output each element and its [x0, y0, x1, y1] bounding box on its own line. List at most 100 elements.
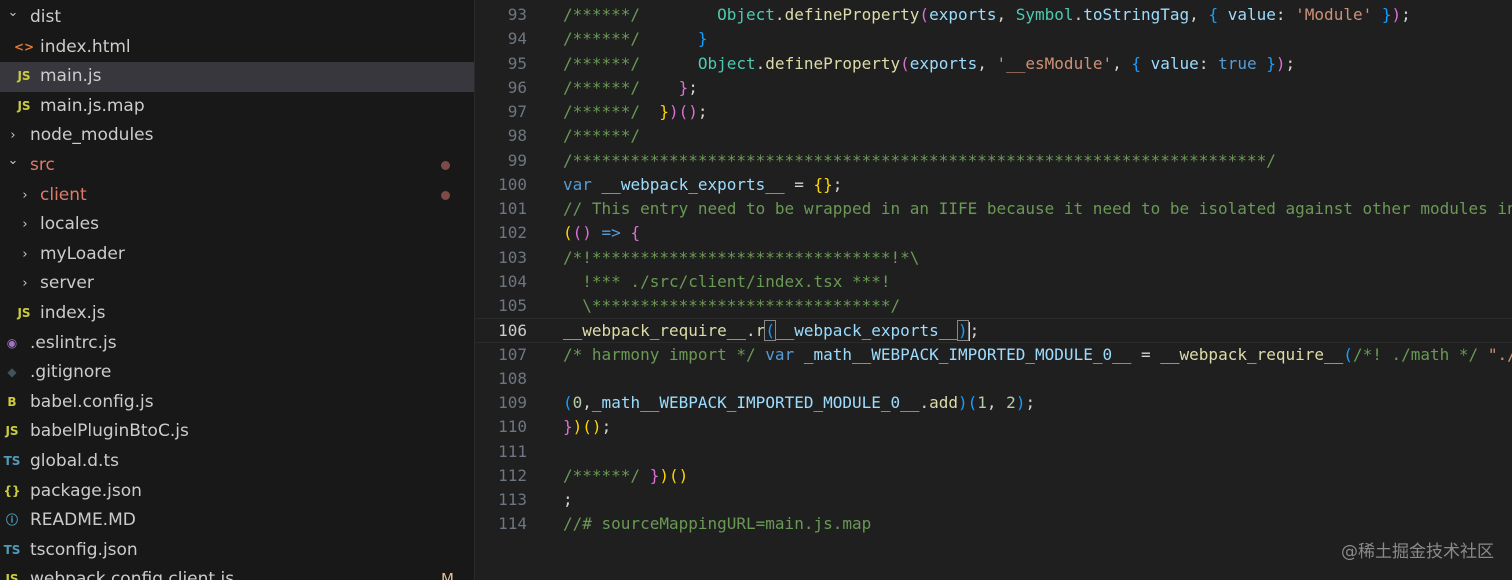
code-line[interactable]: 103 /*!*******************************!*\	[475, 246, 1512, 270]
code-line[interactable]: 97 /******/ })();	[475, 100, 1512, 124]
code-token: /******/	[563, 29, 641, 49]
code-token: Object	[717, 5, 775, 24]
code-token: /******/	[563, 126, 641, 146]
code-text: /******/ Object.defineProperty(exports, …	[563, 3, 1411, 27]
babel-icon: B	[7, 394, 17, 409]
code-line[interactable]: 106 __webpack_require__.r(__webpack_expor…	[475, 318, 1512, 343]
code-editor[interactable]: 93/******/ Object.defineProperty(exports…	[475, 0, 1512, 580]
code-token: (	[678, 102, 689, 121]
file-item[interactable]: TS global.d.ts	[0, 447, 474, 477]
code-token: 1	[977, 393, 987, 412]
code-token: {	[1208, 5, 1219, 24]
code-token: /******/	[563, 77, 641, 97]
watermark: @稀土掘金技术社区	[1341, 542, 1494, 562]
file-item[interactable]: ⓘ README.MD	[0, 506, 474, 536]
file-item[interactable]: JS webpack.config.client.js M	[0, 565, 474, 580]
code-line[interactable]: 107 /* harmony import */ var _math__WEBPA…	[475, 343, 1512, 367]
file-item[interactable]: JS main.js	[0, 62, 474, 92]
code-line[interactable]: 98 /******/	[475, 124, 1512, 148]
code-token: Symbol	[1015, 5, 1074, 24]
line-number: 102	[498, 223, 527, 243]
item-label: main.js.map	[40, 95, 145, 116]
line-number: 104	[498, 271, 527, 291]
folder-item[interactable]: › myLoader	[0, 240, 474, 270]
code-line[interactable]: 113;	[475, 488, 1512, 512]
code-token: _math__WEBPACK_IMPORTED_MODULE_0__	[803, 344, 1132, 364]
code-line[interactable]: 105 \*******************************/	[475, 294, 1512, 318]
chevron-right-icon: ›	[22, 187, 28, 203]
code-token: var	[765, 344, 795, 364]
item-label: babel.config.js	[30, 391, 154, 412]
code-line[interactable]: 110})();	[475, 415, 1512, 439]
code-line[interactable]: 102 (() => {	[475, 221, 1512, 245]
folder-item[interactable]: › server	[0, 269, 474, 299]
item-label: dist	[30, 7, 62, 27]
folder-item[interactable]: › node_modules	[0, 121, 474, 151]
line-number: 100	[498, 174, 527, 194]
code-token: value	[1150, 53, 1199, 73]
js-icon: JS	[17, 98, 31, 113]
code-text: /******/ Object.defineProperty(exports, …	[563, 52, 1295, 76]
code-token: .	[774, 5, 785, 24]
file-item[interactable]: ◆ .gitignore	[0, 358, 474, 388]
line-number: 95	[507, 53, 527, 73]
code-token: {	[630, 223, 641, 243]
code-line[interactable]: 104 !*** ./src/client/index.tsx ***!	[475, 270, 1512, 294]
code-line[interactable]: 101 // This entry need to be wrapped in a…	[475, 197, 1512, 221]
code-token: // This entry need to be wrapped in an I…	[563, 199, 1512, 218]
folder-item[interactable]: › client	[0, 181, 474, 211]
code-line[interactable]: 95 /******/ Object.defineProperty(exports…	[475, 52, 1512, 76]
code-token: ,	[582, 393, 592, 412]
file-item[interactable]: JS main.js.map	[0, 92, 474, 122]
code-token: ;	[1285, 53, 1296, 73]
code-token: r	[755, 321, 766, 341]
item-label: src	[30, 154, 55, 175]
code-line[interactable]: 93/******/ Object.defineProperty(exports…	[475, 3, 1512, 27]
file-item[interactable]: TS tsconfig.json	[0, 536, 474, 566]
code-token: (	[582, 417, 592, 437]
code-token: }	[1266, 53, 1276, 73]
folder-item[interactable]: ⌄ src	[0, 151, 474, 181]
item-label: .gitignore	[30, 362, 112, 383]
file-item[interactable]: {} package.json	[0, 477, 474, 507]
code-token: ;	[601, 417, 612, 437]
code-line[interactable]: 114 //# sourceMappingURL=main.js.map	[475, 512, 1512, 536]
code-area[interactable]: 93/******/ Object.defineProperty(exports…	[475, 3, 1512, 537]
code-line[interactable]: 109 (0,_math__WEBPACK_IMPORTED_MODULE_0__…	[475, 391, 1512, 415]
item-label: global.d.ts	[30, 450, 119, 471]
code-token: ;	[697, 102, 708, 121]
code-line[interactable]: 99 /*************************************…	[475, 149, 1512, 173]
code-token: "./src/client/math.ts"	[1487, 344, 1512, 364]
file-item[interactable]: JS index.js	[0, 299, 474, 329]
file-item[interactable]: Bbabel.config.js	[0, 388, 474, 418]
code-token: ;	[969, 321, 980, 341]
code-line[interactable]: 96 /******/ };	[475, 76, 1512, 100]
code-token: /*!*******************************!*\	[563, 247, 920, 267]
item-label: README.MD	[30, 510, 136, 531]
file-item[interactable]: ◉ .eslintrc.js	[0, 329, 474, 359]
code-token: {}	[813, 174, 833, 194]
chevron-right-icon: ›	[22, 276, 28, 292]
chevron-down-icon: ⌄	[7, 5, 19, 20]
code-line[interactable]: 94 /******/ }	[475, 27, 1512, 51]
folder-item[interactable]: › locales	[0, 210, 474, 240]
code-token: =	[784, 174, 814, 194]
file-item[interactable]: JS babelPluginBtoC.js	[0, 417, 474, 447]
code-line[interactable]: 112 /******/ })()	[475, 464, 1512, 488]
code-token: }	[697, 29, 708, 49]
code-line[interactable]: 100 var __webpack_exports__ = {};	[475, 173, 1512, 197]
file-item[interactable]: <> index.html	[0, 33, 474, 63]
code-line[interactable]: 111	[475, 440, 1512, 464]
folder-item[interactable]: ⌄ dist	[0, 3, 474, 33]
code-token: )	[957, 393, 968, 412]
code-text: /******/	[563, 124, 640, 148]
code-token: true	[1218, 53, 1257, 73]
code-text: //# sourceMappingURL=main.js.map	[563, 512, 871, 536]
code-line[interactable]: 108	[475, 367, 1512, 391]
